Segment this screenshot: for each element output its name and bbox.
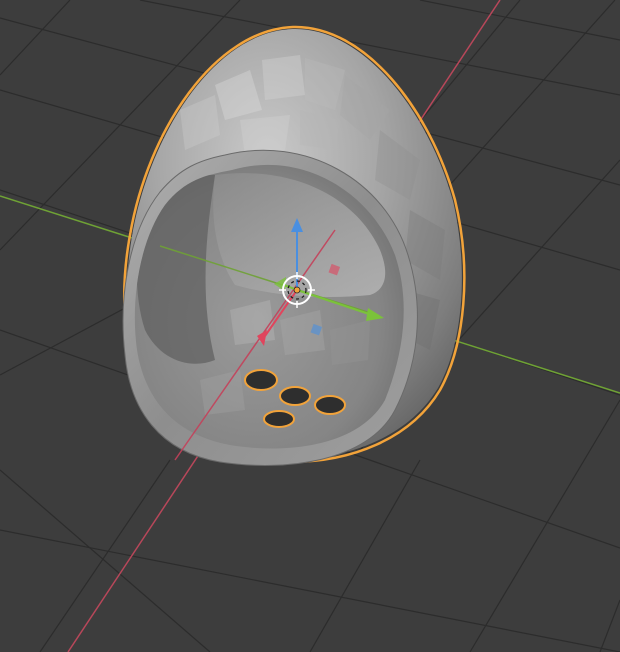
3d-viewport[interactable] — [0, 0, 620, 652]
viewport-canvas[interactable] — [0, 0, 620, 652]
origin-dot-icon — [293, 286, 301, 294]
hole — [314, 395, 346, 415]
hole — [244, 369, 278, 391]
hole — [279, 386, 311, 406]
hole — [263, 410, 295, 428]
